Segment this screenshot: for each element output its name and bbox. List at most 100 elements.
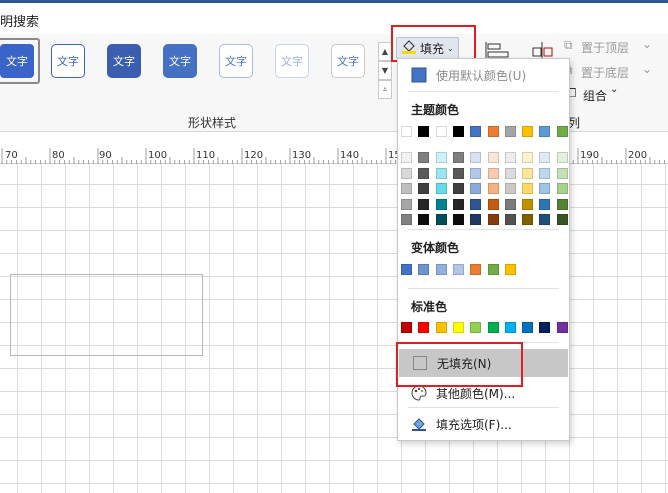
theme-color-swatch[interactable] bbox=[470, 126, 482, 137]
theme-shade-swatch[interactable] bbox=[556, 198, 568, 210]
theme-shade-swatch[interactable] bbox=[522, 198, 534, 210]
theme-shade-swatch[interactable] bbox=[452, 167, 464, 179]
default-color-item[interactable]: 使用默认颜色(U) bbox=[398, 62, 569, 88]
theme-color-swatch[interactable] bbox=[487, 126, 499, 137]
theme-shade-swatch[interactable] bbox=[487, 167, 499, 179]
ruler-label: 80 bbox=[52, 150, 65, 161]
variant-color-swatch[interactable] bbox=[470, 264, 482, 275]
variant-color-swatch[interactable] bbox=[418, 264, 430, 275]
theme-shade-swatch[interactable] bbox=[470, 167, 482, 179]
shape-style-tile[interactable]: 文字 bbox=[107, 44, 141, 78]
theme-shade-swatch[interactable] bbox=[522, 214, 534, 225]
shape-style-tile[interactable]: 文字 bbox=[219, 44, 253, 78]
theme-color-swatch[interactable] bbox=[401, 126, 412, 137]
chevron-down-icon[interactable]: ⌄ bbox=[642, 62, 652, 76]
theme-shade-swatch[interactable] bbox=[504, 214, 516, 225]
theme-shade-swatch[interactable] bbox=[522, 152, 534, 163]
standard-color-swatch[interactable] bbox=[539, 322, 551, 333]
group-label[interactable]: 组合 bbox=[583, 87, 607, 104]
theme-shade-swatch[interactable] bbox=[435, 152, 447, 163]
send-backward-label[interactable]: 置于底层 bbox=[581, 64, 629, 81]
theme-shade-swatch[interactable] bbox=[401, 183, 412, 194]
theme-shade-swatch[interactable] bbox=[435, 167, 447, 179]
theme-shade-swatch[interactable] bbox=[435, 183, 447, 194]
theme-shade-swatch[interactable] bbox=[435, 214, 447, 225]
shape-style-tile[interactable]: 文字 bbox=[163, 44, 197, 78]
theme-shade-swatch[interactable] bbox=[418, 183, 430, 194]
theme-shade-swatch[interactable] bbox=[452, 152, 464, 163]
theme-shade-swatch[interactable] bbox=[452, 183, 464, 194]
theme-shade-swatch[interactable] bbox=[539, 198, 551, 210]
theme-shade-swatch[interactable] bbox=[470, 152, 482, 163]
shape-style-tile[interactable]: 文字 bbox=[331, 44, 365, 78]
standard-color-swatch[interactable] bbox=[487, 322, 499, 333]
theme-shade-swatch[interactable] bbox=[470, 183, 482, 194]
shape-style-tile[interactable]: 文字 bbox=[0, 38, 40, 84]
standard-color-swatch[interactable] bbox=[470, 322, 482, 333]
theme-shade-swatch[interactable] bbox=[556, 152, 568, 163]
theme-color-swatch[interactable] bbox=[452, 126, 464, 137]
theme-shade-swatch[interactable] bbox=[487, 214, 499, 225]
theme-shade-swatch[interactable] bbox=[401, 198, 412, 210]
fill-options-item[interactable]: 填充选项(F)... bbox=[398, 411, 569, 437]
search-label[interactable]: 明搜索 bbox=[0, 11, 39, 30]
variant-color-swatch[interactable] bbox=[401, 264, 412, 275]
theme-shade-swatch[interactable] bbox=[522, 167, 534, 179]
standard-color-swatch[interactable] bbox=[504, 322, 516, 333]
standard-color-swatch[interactable] bbox=[522, 322, 534, 333]
theme-shade-swatch[interactable] bbox=[556, 167, 568, 179]
theme-color-swatch[interactable] bbox=[504, 126, 516, 137]
theme-shade-swatch[interactable] bbox=[470, 198, 482, 210]
variant-color-swatch[interactable] bbox=[435, 264, 447, 275]
gallery-down-icon[interactable]: ▼ bbox=[378, 61, 392, 80]
theme-shade-swatch[interactable] bbox=[401, 167, 412, 179]
rectangle-shape[interactable] bbox=[10, 274, 203, 356]
theme-shade-swatch[interactable] bbox=[418, 152, 430, 163]
variant-color-swatch[interactable] bbox=[504, 264, 516, 275]
theme-shade-swatch[interactable] bbox=[435, 198, 447, 210]
standard-color-swatch[interactable] bbox=[556, 322, 568, 333]
theme-shade-swatch[interactable] bbox=[487, 198, 499, 210]
standard-color-swatch[interactable] bbox=[435, 322, 447, 333]
theme-color-swatch[interactable] bbox=[539, 126, 551, 137]
theme-shade-swatch[interactable] bbox=[539, 167, 551, 179]
chevron-down-icon[interactable]: ⌄ bbox=[610, 84, 618, 95]
standard-color-swatch[interactable] bbox=[418, 322, 430, 333]
gallery-up-icon[interactable]: ▲ bbox=[378, 42, 392, 61]
ruler-label: 140 bbox=[340, 150, 360, 161]
theme-shade-swatch[interactable] bbox=[556, 214, 568, 225]
theme-color-swatch[interactable] bbox=[435, 126, 447, 137]
theme-shade-swatch[interactable] bbox=[522, 183, 534, 194]
variant-color-swatch[interactable] bbox=[487, 264, 499, 275]
theme-shade-swatch[interactable] bbox=[504, 167, 516, 179]
theme-shade-swatch[interactable] bbox=[452, 214, 464, 225]
theme-color-swatch[interactable] bbox=[522, 126, 534, 137]
theme-color-swatch[interactable] bbox=[556, 126, 568, 137]
theme-shade-swatch[interactable] bbox=[418, 214, 430, 225]
theme-shade-swatch[interactable] bbox=[452, 198, 464, 210]
bring-forward-label[interactable]: 置于顶层 bbox=[581, 39, 629, 56]
shape-style-tile[interactable]: 文字 bbox=[51, 44, 85, 78]
theme-shade-swatch[interactable] bbox=[539, 214, 551, 225]
theme-shade-swatch[interactable] bbox=[401, 214, 412, 225]
theme-shade-swatch[interactable] bbox=[504, 183, 516, 194]
theme-shade-swatch[interactable] bbox=[418, 167, 430, 179]
standard-color-swatch[interactable] bbox=[452, 322, 464, 333]
theme-shade-swatch[interactable] bbox=[487, 183, 499, 194]
bring-forward-icon[interactable]: ⧉ bbox=[564, 38, 573, 53]
theme-shade-swatch[interactable] bbox=[470, 214, 482, 225]
theme-shade-swatch[interactable] bbox=[539, 183, 551, 194]
theme-shade-swatch[interactable] bbox=[487, 152, 499, 163]
shape-style-tile[interactable]: 文字 bbox=[275, 44, 309, 78]
theme-shade-swatch[interactable] bbox=[504, 152, 516, 163]
theme-shade-swatch[interactable] bbox=[556, 183, 568, 194]
theme-shade-swatch[interactable] bbox=[504, 198, 516, 210]
theme-shade-swatch[interactable] bbox=[401, 152, 412, 163]
chevron-down-icon[interactable]: ⌄ bbox=[642, 37, 652, 51]
theme-shade-swatch[interactable] bbox=[418, 198, 430, 210]
theme-color-swatch[interactable] bbox=[418, 126, 430, 137]
variant-color-swatch[interactable] bbox=[452, 264, 464, 275]
standard-color-swatch[interactable] bbox=[401, 322, 412, 333]
gallery-more-icon[interactable]: ⩡ bbox=[378, 80, 392, 99]
theme-shade-swatch[interactable] bbox=[539, 152, 551, 163]
